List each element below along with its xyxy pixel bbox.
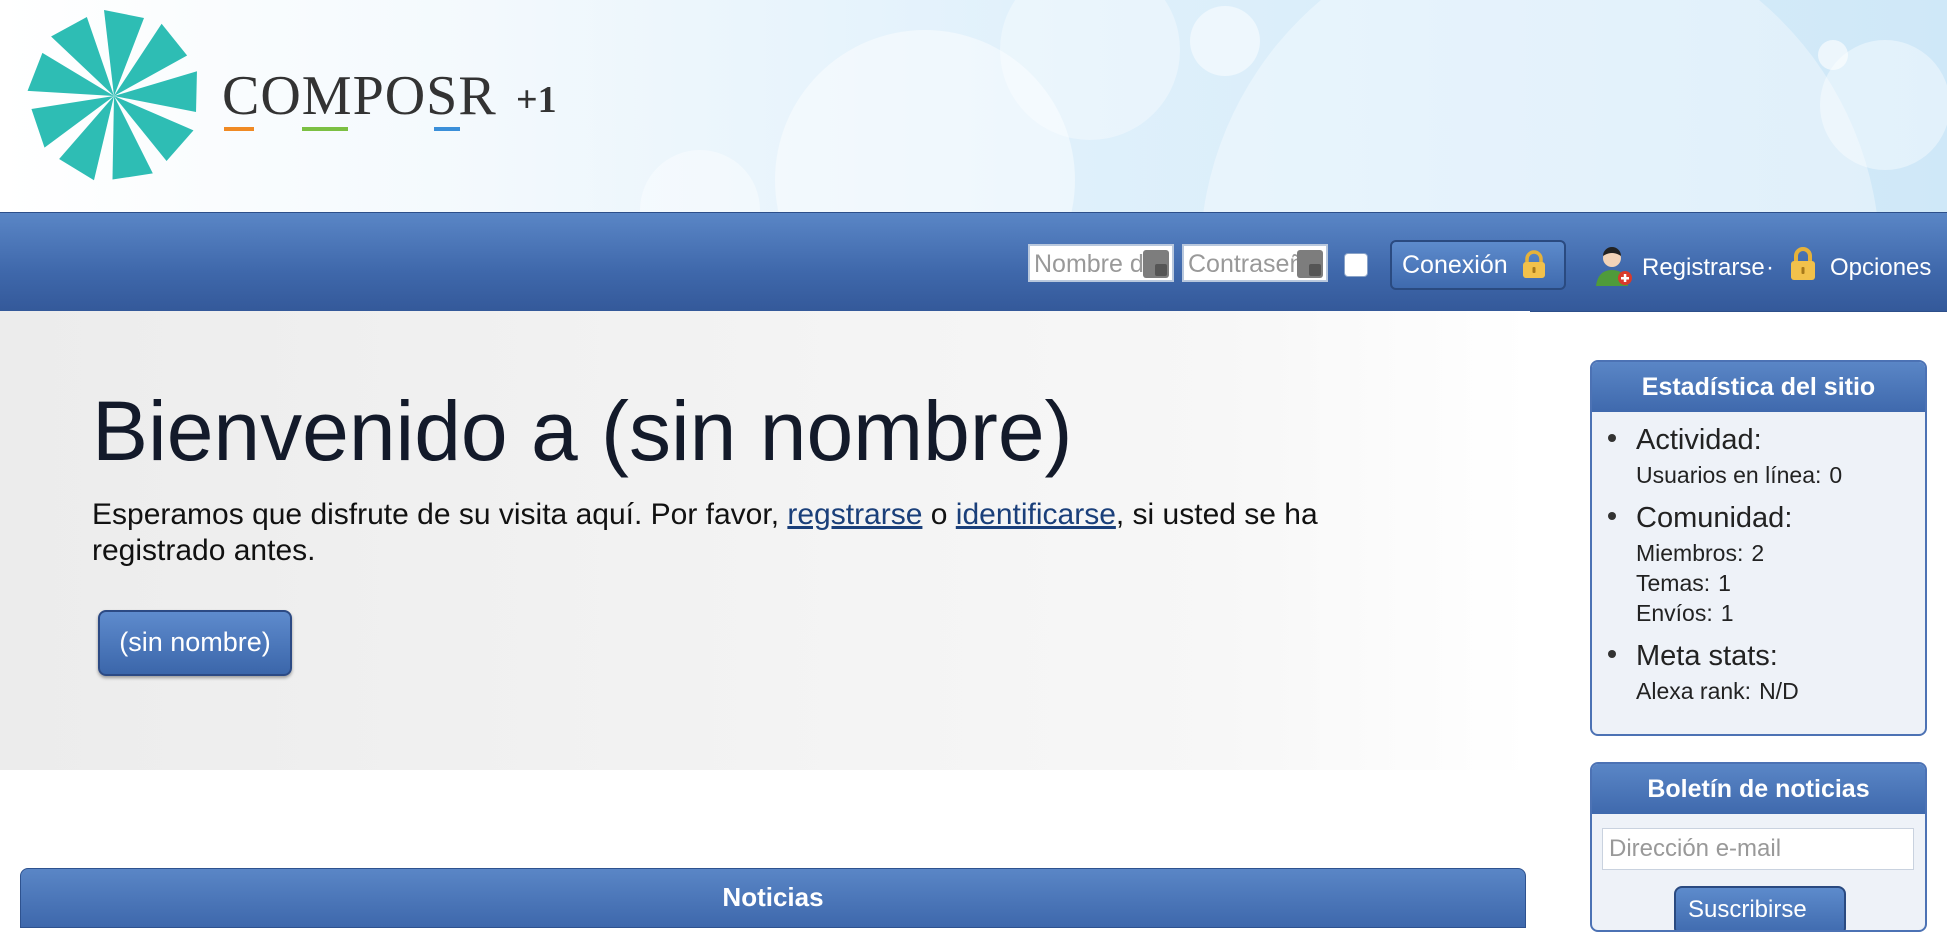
stat-row: Alexa rank: N/D bbox=[1636, 676, 1925, 706]
stat-row: Temas: 1 bbox=[1636, 568, 1925, 598]
subscribe-button[interactable]: Suscribirse bbox=[1674, 886, 1846, 930]
site-stats-panel: Estadística del sitio Actividad: Usuario… bbox=[1590, 360, 1927, 736]
welcome-text-start: Esperamos que disfrute de su visita aquí… bbox=[92, 498, 780, 531]
composr-logo-icon[interactable] bbox=[24, 6, 204, 186]
register-link[interactable]: Registrarse bbox=[1642, 254, 1765, 282]
stat-value: 0 bbox=[1829, 462, 1843, 488]
newsletter-email-input[interactable]: Dirección e-mail bbox=[1602, 828, 1914, 870]
logo-accent-blue bbox=[434, 127, 460, 131]
options-lock-icon[interactable] bbox=[1788, 246, 1818, 282]
field-autofill-icon bbox=[1143, 250, 1169, 278]
header-bubble bbox=[640, 150, 760, 212]
stat-label: Temas: bbox=[1636, 570, 1711, 596]
subscribe-label: Suscribirse bbox=[1688, 896, 1807, 923]
stat-value: 2 bbox=[1751, 540, 1765, 566]
site-stats-list: Actividad: Usuarios en línea: 0 Comunidad… bbox=[1592, 412, 1925, 706]
login-inline-link[interactable]: identificarse bbox=[956, 498, 1116, 531]
site-header: COMPOSR +1 bbox=[0, 0, 1947, 212]
welcome-hero: Bienvenido a (sin nombre) Esperamos que … bbox=[0, 311, 1530, 770]
header-bubble bbox=[1190, 6, 1260, 76]
stat-group-community: Comunidad: Miembros: 2 Temas: 1 Envíos: 1 bbox=[1592, 498, 1925, 628]
welcome-text-or: o bbox=[930, 498, 948, 531]
site-stats-title: Estadística del sitio bbox=[1592, 362, 1925, 412]
remember-me-checkbox[interactable] bbox=[1344, 253, 1368, 277]
stat-row: Miembros: 2 bbox=[1636, 538, 1925, 568]
logo-suffix: +1 bbox=[516, 79, 557, 121]
field-autofill-icon bbox=[1297, 250, 1323, 278]
header-bubble bbox=[1818, 40, 1848, 70]
nav-separator: · bbox=[1766, 254, 1774, 281]
stat-label: Alexa rank: bbox=[1636, 678, 1752, 704]
page-title: Bienvenido a (sin nombre) bbox=[92, 384, 1073, 478]
stat-group-title: Comunidad: bbox=[1636, 502, 1793, 534]
logo-accent-orange bbox=[224, 127, 254, 131]
password-field[interactable]: Contraseña bbox=[1182, 244, 1328, 282]
news-section-header: Noticias bbox=[20, 868, 1526, 928]
stat-row: Usuarios en línea: 0 bbox=[1636, 460, 1925, 490]
stat-label: Usuarios en línea: bbox=[1636, 462, 1822, 488]
stat-group-title: Actividad: bbox=[1636, 424, 1762, 456]
login-button[interactable]: Conexión bbox=[1390, 240, 1566, 290]
stat-group-title: Meta stats: bbox=[1636, 640, 1778, 672]
logo-accent-green bbox=[302, 127, 348, 131]
newsletter-panel: Boletín de noticias Dirección e-mail Sus… bbox=[1590, 762, 1927, 932]
header-bubble bbox=[1200, 0, 1880, 212]
register-inline-link[interactable]: regstrarse bbox=[787, 498, 922, 531]
stat-row: Envíos: 1 bbox=[1636, 598, 1925, 628]
newsletter-title: Boletín de noticias bbox=[1592, 764, 1925, 814]
stat-label: Miembros: bbox=[1636, 540, 1744, 566]
lock-icon bbox=[1523, 250, 1545, 278]
email-placeholder: Dirección e-mail bbox=[1609, 835, 1782, 862]
login-button-label: Conexión bbox=[1402, 251, 1508, 279]
stat-value: 1 bbox=[1720, 600, 1734, 626]
stat-value: 1 bbox=[1718, 570, 1731, 596]
welcome-message: Esperamos que disfrute de su visita aquí… bbox=[92, 497, 1412, 569]
stat-group-meta: Meta stats: Alexa rank: N/D bbox=[1592, 636, 1925, 706]
username-field[interactable]: Nombre del bbox=[1028, 244, 1174, 282]
register-user-icon[interactable] bbox=[1592, 244, 1634, 288]
stat-label: Envíos: bbox=[1636, 600, 1713, 626]
site-name-button[interactable]: (sin nombre) bbox=[98, 610, 292, 676]
options-link[interactable]: Opciones bbox=[1830, 254, 1931, 282]
stat-group-activity: Actividad: Usuarios en línea: 0 bbox=[1592, 420, 1925, 490]
stat-value: N/D bbox=[1759, 678, 1799, 704]
logo-text: COMPOSR bbox=[222, 65, 497, 127]
